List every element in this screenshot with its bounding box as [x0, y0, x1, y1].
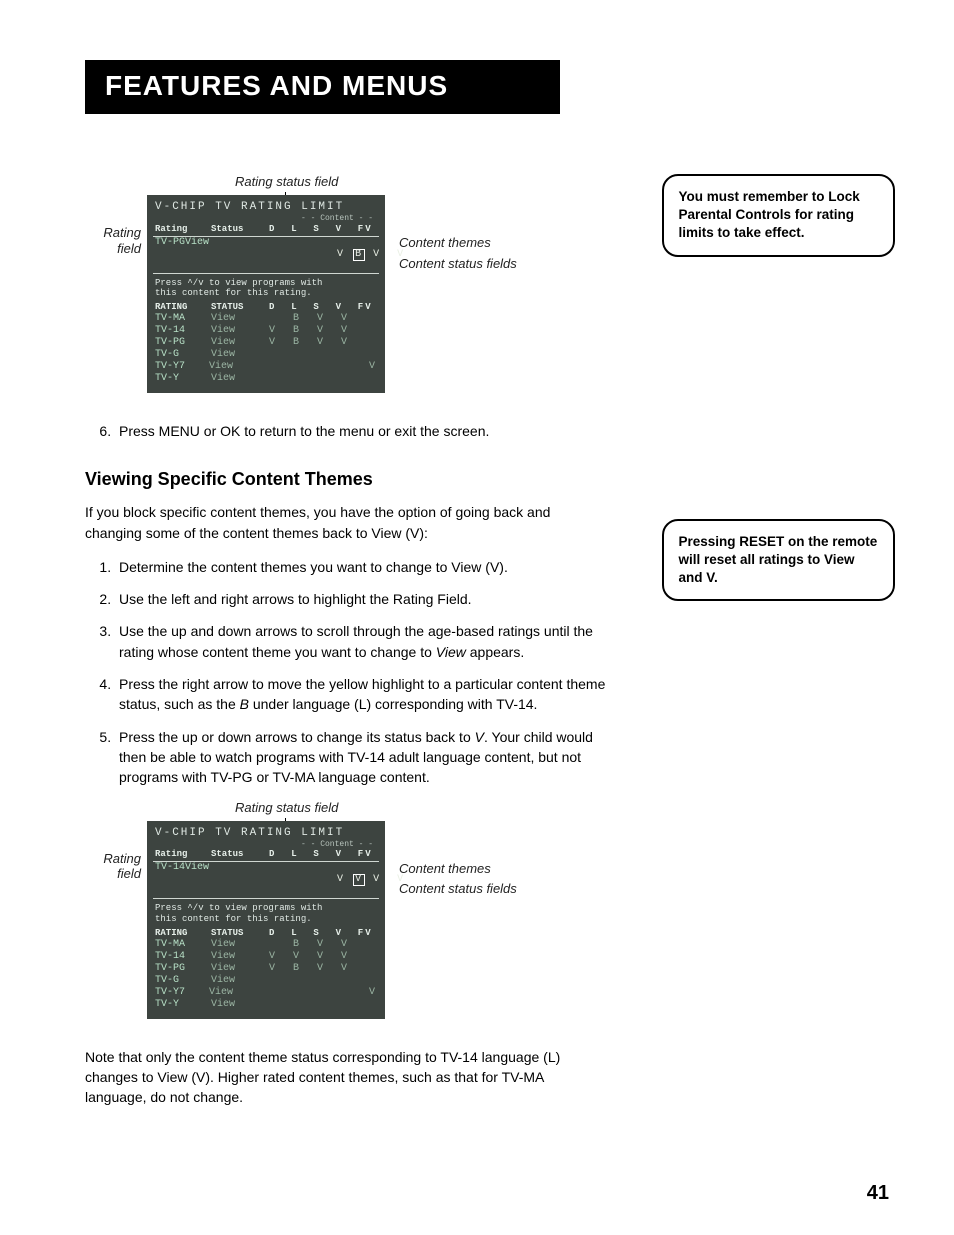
table-cell: View	[209, 987, 265, 999]
screen2-thdr-status: STATUS	[211, 928, 269, 939]
table-cell: View	[211, 999, 269, 1011]
table-cell: View	[211, 373, 269, 385]
label-content-status-fields: Content status fields	[399, 254, 517, 275]
sidebar-note-2: Pressing RESET on the remote will reset …	[662, 519, 895, 602]
table-cell: TV-Y7	[155, 987, 209, 999]
table-cell: View	[211, 975, 269, 987]
table-cell: V B V V	[269, 963, 377, 975]
screen1-active-rating: TV-PG	[155, 237, 185, 273]
screen2-title: V-CHIP TV RATING LIMIT	[155, 827, 377, 840]
section-heading: Viewing Specific Content Themes	[85, 469, 607, 490]
screen1-subhead: - - Content - -	[155, 214, 377, 224]
step-1: Determine the content themes you want to…	[115, 557, 607, 577]
screen2-active-pre: V	[337, 874, 353, 885]
label-content-themes-2: Content themes	[399, 859, 517, 880]
table-cell: View	[211, 337, 269, 349]
figure-2: Rating status field Rating field V-CHIP …	[85, 800, 607, 1019]
tv-screen-2: V-CHIP TV RATING LIMIT - - Content - - R…	[147, 821, 385, 1019]
table-cell: View	[211, 951, 269, 963]
table-cell: TV-MA	[155, 313, 211, 325]
table-cell: View	[211, 349, 269, 361]
table-cell: TV-Y	[155, 999, 211, 1011]
table-cell: TV-Y	[155, 373, 211, 385]
table-cell	[269, 999, 377, 1011]
label-rating-status-field-2: Rating status field	[235, 800, 607, 815]
screen2-subhead: - - Content - -	[155, 840, 377, 850]
screen1-title: V-CHIP TV RATING LIMIT	[155, 201, 377, 214]
table-cell	[269, 975, 377, 987]
table-cell: View	[209, 361, 265, 373]
label-content-themes: Content themes	[399, 233, 517, 254]
label-content-status-fields-2: Content status fields	[399, 879, 517, 900]
table-cell: TV-PG	[155, 337, 211, 349]
screen1-active-pre: V	[337, 249, 353, 260]
screen2-hdr-flags: D L S V FV	[269, 849, 377, 860]
screen2-active-rating: TV-14	[155, 862, 185, 898]
screen1-thdr-flags: D L S V FV	[269, 302, 377, 313]
screen1-highlight-cell: B	[353, 249, 365, 261]
label-rating-field: Rating field	[85, 195, 141, 256]
table-cell: View	[211, 963, 269, 975]
screen1-active-status: View	[185, 237, 209, 273]
step-3: Use the up and down arrows to scroll thr…	[115, 621, 607, 662]
intro-paragraph: If you block specific content themes, yo…	[85, 502, 607, 543]
step-2: Use the left and right arrows to highlig…	[115, 589, 607, 609]
screen1-hdr-rating: Rating	[155, 224, 211, 235]
tv-screen-1: V-CHIP TV RATING LIMIT - - Content - - R…	[147, 195, 385, 393]
table-cell: View	[211, 939, 269, 951]
main-column: Rating status field Rating field V-CHIP …	[85, 174, 607, 1121]
table-cell: B V V	[269, 939, 377, 951]
screen2-thdr-flags: D L S V FV	[269, 928, 377, 939]
screen1-hdr-flags: D L S V FV	[269, 224, 377, 235]
label-rating-field-2: Rating field	[85, 821, 141, 882]
table-cell: B V V	[269, 313, 377, 325]
figure-1: Rating status field Rating field V-CHIP …	[85, 174, 607, 393]
page-title-bar: Features and Menus	[85, 60, 560, 114]
steps-list: Determine the content themes you want to…	[101, 557, 607, 788]
page-number: 41	[867, 1182, 889, 1205]
screen2-highlight-cell: V	[353, 874, 365, 886]
sidebar-note-1: You must remember to Lock Parental Contr…	[662, 174, 895, 257]
screen2-thdr-rating: RATING	[155, 928, 211, 939]
screen1-msg2: this content for this rating.	[155, 288, 377, 299]
screen1-msg1: Press ^/v to view programs with	[155, 278, 377, 289]
table-cell: TV-PG	[155, 963, 211, 975]
table-cell: TV-14	[155, 951, 211, 963]
label-rating-status-field: Rating status field	[235, 174, 607, 189]
table-cell: TV-G	[155, 349, 211, 361]
table-cell: V B V V	[269, 337, 377, 349]
screen2-active-post: V V	[365, 874, 405, 885]
screen2-hdr-status: Status	[211, 849, 269, 860]
step-6: Press MENU or OK to return to the menu o…	[115, 421, 607, 441]
closing-paragraph: Note that only the content theme status …	[85, 1047, 607, 1108]
table-cell: TV-14	[155, 325, 211, 337]
table-cell: View	[211, 313, 269, 325]
table-cell: V	[265, 361, 377, 373]
table-cell: View	[211, 325, 269, 337]
screen2-active-status: View	[185, 862, 209, 898]
table-cell: V V V V	[269, 951, 377, 963]
screen2-hdr-rating: Rating	[155, 849, 211, 860]
screen2-msg2: this content for this rating.	[155, 914, 377, 925]
sidebar-column: You must remember to Lock Parental Contr…	[662, 174, 895, 1121]
step-list-continue: Press MENU or OK to return to the menu o…	[101, 421, 607, 441]
screen1-thdr-status: STATUS	[211, 302, 269, 313]
screen1-thdr-rating: RATING	[155, 302, 211, 313]
screen1-hdr-status: Status	[211, 224, 269, 235]
table-cell: V B V V	[269, 325, 377, 337]
step-5: Press the up or down arrows to change it…	[115, 727, 607, 788]
table-cell: TV-G	[155, 975, 211, 987]
table-cell: TV-MA	[155, 939, 211, 951]
table-cell	[269, 373, 377, 385]
table-cell: V	[265, 987, 377, 999]
step-4: Press the right arrow to move the yellow…	[115, 674, 607, 715]
table-cell	[269, 349, 377, 361]
table-cell: TV-Y7	[155, 361, 209, 373]
screen2-msg1: Press ^/v to view programs with	[155, 903, 377, 914]
screen1-active-post: V V	[365, 249, 405, 260]
